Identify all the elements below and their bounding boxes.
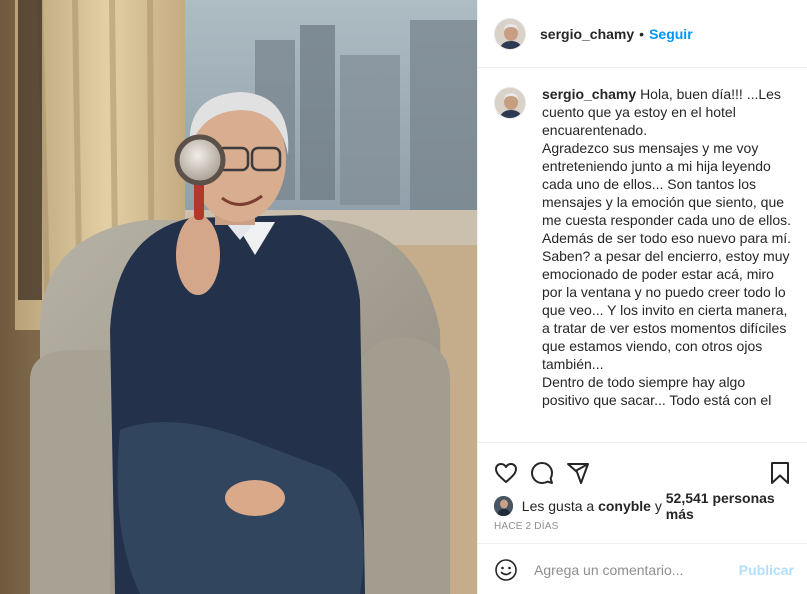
likes-connector: y: [650, 498, 666, 514]
like-button[interactable]: [486, 453, 526, 493]
post-side-panel: sergio_chamy • Seguir sergio_chamy Hola,…: [477, 0, 807, 594]
profile-avatar-icon: [495, 18, 525, 49]
comments-section[interactable]: sergio_chamy Hola, buen día!!! ...Les cu…: [478, 69, 807, 441]
author-username[interactable]: sergio_chamy: [540, 26, 634, 42]
liker-avatar-icon: [494, 496, 513, 516]
header-separator: •: [639, 25, 645, 42]
emoji-button[interactable]: [492, 556, 520, 584]
heart-icon: [495, 463, 517, 483]
likes-prefix: Les gusta a: [521, 498, 599, 514]
caption-username[interactable]: sergio_chamy: [542, 86, 636, 102]
share-icon: [567, 463, 589, 484]
share-button[interactable]: [558, 453, 598, 493]
likes-summary: Les gusta a conyble y 52,541 personas má…: [494, 490, 798, 522]
post-photo[interactable]: [0, 0, 477, 594]
post-header: sergio_chamy • Seguir: [478, 0, 807, 68]
post-photo-illustration: [0, 0, 477, 594]
comment-button[interactable]: [522, 453, 562, 493]
save-button[interactable]: [760, 453, 800, 493]
profile-avatar-icon: [495, 88, 525, 118]
caption-body: Hola, buen día!!! ...Les cuento que ya e…: [542, 86, 792, 408]
post-timestamp[interactable]: Hace 2 días: [494, 521, 558, 532]
comment-icon: [531, 462, 553, 484]
emoji-icon: [495, 558, 517, 581]
likes-first-user[interactable]: conyble: [598, 498, 651, 514]
likes-count-link[interactable]: 52,541 personas más: [666, 490, 798, 522]
follow-button[interactable]: Seguir: [649, 26, 693, 42]
bookmark-icon: [771, 462, 789, 484]
comment-input[interactable]: [534, 561, 731, 578]
publish-button[interactable]: Publicar: [739, 562, 794, 578]
add-comment-bar: Publicar: [478, 543, 807, 594]
action-icon-row: [488, 453, 798, 493]
caption-row: sergio_chamy Hola, buen día!!! ...Les cu…: [494, 85, 792, 409]
liker-avatar[interactable]: [494, 496, 513, 516]
author-avatar[interactable]: [494, 17, 526, 50]
post-actions: Les gusta a conyble y 52,541 personas má…: [478, 442, 807, 592]
caption-author-avatar[interactable]: [494, 87, 526, 119]
caption-text-block: sergio_chamy Hola, buen día!!! ...Les cu…: [542, 85, 792, 409]
